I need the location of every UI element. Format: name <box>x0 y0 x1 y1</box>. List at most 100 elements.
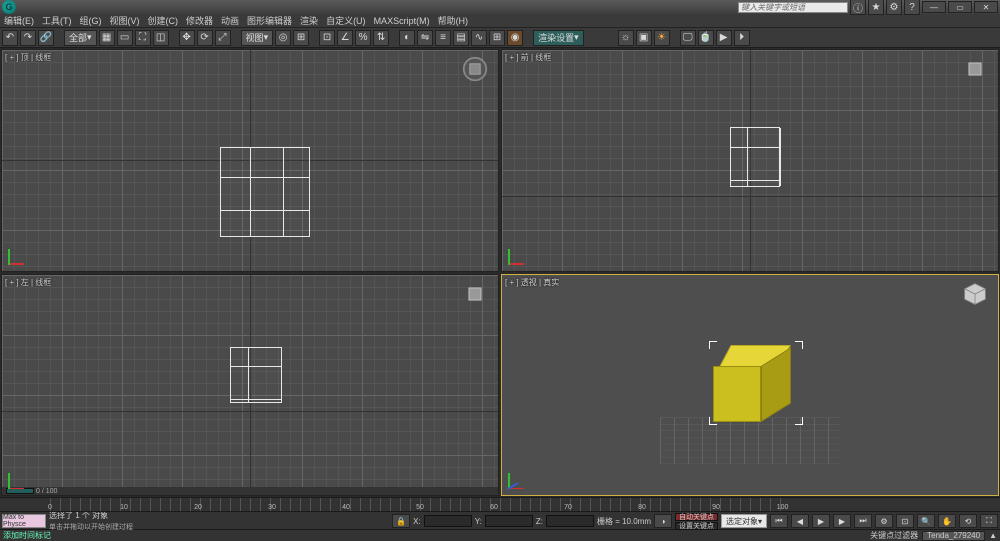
time-ruler[interactable]: 0 10 20 30 40 50 60 70 80 90 100 <box>0 498 1000 512</box>
auto-key-button[interactable]: 自动关键点 <box>675 513 718 521</box>
z-coord-input[interactable] <box>546 515 594 527</box>
select-region-icon[interactable]: ◫ <box>153 30 169 46</box>
percent-snap-icon[interactable]: % <box>355 30 371 46</box>
object-wireframe[interactable] <box>730 127 780 187</box>
zoom-extents-icon[interactable]: ⊡ <box>896 514 914 528</box>
render-icon[interactable]: ☀ <box>654 30 670 46</box>
time-config-icon[interactable]: ⚙ <box>875 514 893 528</box>
add-time-tag-label[interactable]: 添加时间标记 <box>3 530 51 541</box>
manip-icon[interactable]: ⊞ <box>293 30 309 46</box>
menu-create[interactable]: 创建(C) <box>148 14 179 27</box>
pivot-icon[interactable]: ◎ <box>275 30 291 46</box>
tick-label: 50 <box>416 504 424 511</box>
x-coord-input[interactable] <box>424 515 472 527</box>
select-name-icon[interactable]: ⛶ <box>135 30 151 46</box>
viewport-top[interactable]: [ + ] 顶 | 线框 <box>1 49 499 272</box>
status-bar: 添加时间标记 关键点过滤器 Tenda_279240 ▲ <box>0 529 1000 541</box>
close-button[interactable]: ✕ <box>974 1 998 13</box>
scale-icon[interactable]: ⤢ <box>215 30 231 46</box>
viewport-front[interactable]: [ + ] 前 | 线框 <box>501 49 999 272</box>
app-icon[interactable]: G <box>2 0 16 14</box>
render-frame-icon[interactable]: ▣ <box>636 30 652 46</box>
material-icon[interactable]: ◉ <box>507 30 523 46</box>
max-viewport-icon[interactable]: ⛶ <box>980 514 998 528</box>
menu-customize[interactable]: 自定义(U) <box>326 14 366 27</box>
curve-editor-icon[interactable]: ∿ <box>471 30 487 46</box>
menu-tools[interactable]: 工具(T) <box>42 14 72 27</box>
spinner-snap-icon[interactable]: ⇅ <box>373 30 389 46</box>
viewport-perspective[interactable]: [ + ] 透视 | 真实 <box>501 274 999 497</box>
time-scrollbar[interactable]: 0 / 100 <box>2 487 498 495</box>
box-object[interactable] <box>715 345 785 415</box>
zoom-icon[interactable]: 🔍 <box>917 514 935 528</box>
filter-icon[interactable]: ▦ <box>99 30 115 46</box>
viewcube-icon[interactable] <box>962 281 990 309</box>
menu-maxscript[interactable]: MAXScript(M) <box>374 16 430 26</box>
snap-toggle-icon[interactable]: ⊡ <box>319 30 335 46</box>
menu-help[interactable]: 帮助(H) <box>438 14 469 27</box>
menu-animation[interactable]: 动画 <box>221 14 239 27</box>
tick-label: 0 <box>48 504 52 511</box>
prev-frame-icon[interactable]: ◀ <box>791 514 809 528</box>
angle-snap-icon[interactable]: ∠ <box>337 30 353 46</box>
rotate-icon[interactable]: ⟳ <box>197 30 213 46</box>
next-frame-icon[interactable]: ▶ <box>833 514 851 528</box>
viewcube-icon[interactable] <box>462 56 490 84</box>
selected-object-dropdown[interactable]: 选定对象 ▾ <box>721 514 767 528</box>
object-wireframe[interactable] <box>220 147 310 237</box>
star-icon[interactable]: ★ <box>868 0 884 15</box>
schematic-icon[interactable]: ⊞ <box>489 30 505 46</box>
selection-set-dropdown[interactable]: 全部 ▾ <box>64 30 97 46</box>
menu-rendering[interactable]: 渲染 <box>300 14 318 27</box>
play-icon[interactable]: ▶ <box>812 514 830 528</box>
maximize-button[interactable]: ▭ <box>948 1 972 13</box>
gear-icon[interactable]: ⚙ <box>886 0 902 15</box>
viewport-label[interactable]: [ + ] 透视 | 真实 <box>505 277 559 288</box>
ref-coord-dropdown[interactable]: 视图 ▾ <box>241 30 274 46</box>
menu-graph-editors[interactable]: 图形编辑器 <box>247 14 292 27</box>
quick-render-icon[interactable]: ▶ <box>716 30 732 46</box>
search-input[interactable]: 键入关键字或短语 <box>738 2 848 13</box>
render-last-icon[interactable]: ⏵ <box>734 30 750 46</box>
redo-icon[interactable]: ↷ <box>20 30 36 46</box>
render-output-icon[interactable]: 🖵 <box>680 30 696 46</box>
menu-group[interactable]: 组(G) <box>80 14 102 27</box>
mirror-icon[interactable]: ⇋ <box>417 30 433 46</box>
set-key-button[interactable]: 设置关键点 <box>675 522 718 530</box>
goto-end-icon[interactable]: ⏭ <box>854 514 872 528</box>
viewport-label[interactable]: [ + ] 前 | 线框 <box>505 52 551 63</box>
tick-label: 60 <box>490 504 498 511</box>
link-icon[interactable]: 🔗 <box>38 30 54 46</box>
timeline-area: 0 10 20 30 40 50 60 70 80 90 100 Max to … <box>0 497 1000 529</box>
key-filter-button[interactable]: 关键点过滤器 <box>870 530 918 541</box>
teapot-icon[interactable]: 🍵 <box>698 30 714 46</box>
script-listener-button[interactable]: Max to Physce <box>2 514 46 528</box>
viewcube-icon[interactable] <box>462 281 490 309</box>
named-sel-icon[interactable]: ◐ <box>399 30 415 46</box>
y-coord-input[interactable] <box>485 515 533 527</box>
goto-start-icon[interactable]: ⏮ <box>770 514 788 528</box>
render-setup-icon[interactable]: ☼ <box>618 30 634 46</box>
info-icon[interactable]: ⓘ <box>850 0 866 15</box>
select-icon[interactable]: ▭ <box>117 30 133 46</box>
move-icon[interactable]: ✥ <box>179 30 195 46</box>
pan-icon[interactable]: ✋ <box>938 514 956 528</box>
align-icon[interactable]: ≡ <box>435 30 451 46</box>
help-icon[interactable]: ? <box>904 0 920 15</box>
lock-icon[interactable]: 🔒 <box>392 514 410 528</box>
menu-edit[interactable]: 编辑(E) <box>4 14 34 27</box>
render-preset-dropdown[interactable]: 渲染设置 ▾ <box>533 30 584 46</box>
viewport-left[interactable]: [ + ] 左 | 线框 0 / 100 <box>1 274 499 497</box>
minimize-button[interactable]: — <box>922 1 946 13</box>
viewport-label[interactable]: [ + ] 左 | 线框 <box>5 277 51 288</box>
viewcube-icon[interactable] <box>962 56 990 84</box>
undo-icon[interactable]: ↶ <box>2 30 18 46</box>
orbit-icon[interactable]: ⟲ <box>959 514 977 528</box>
viewport-label[interactable]: [ + ] 顶 | 线框 <box>5 52 51 63</box>
layers-icon[interactable]: ▤ <box>453 30 469 46</box>
menu-modifiers[interactable]: 修改器 <box>186 14 213 27</box>
isolate-icon[interactable]: ◑ <box>654 514 672 528</box>
object-wireframe[interactable] <box>230 347 282 403</box>
tray-icon[interactable]: ▲ <box>989 531 997 540</box>
menu-view[interactable]: 视图(V) <box>110 14 140 27</box>
